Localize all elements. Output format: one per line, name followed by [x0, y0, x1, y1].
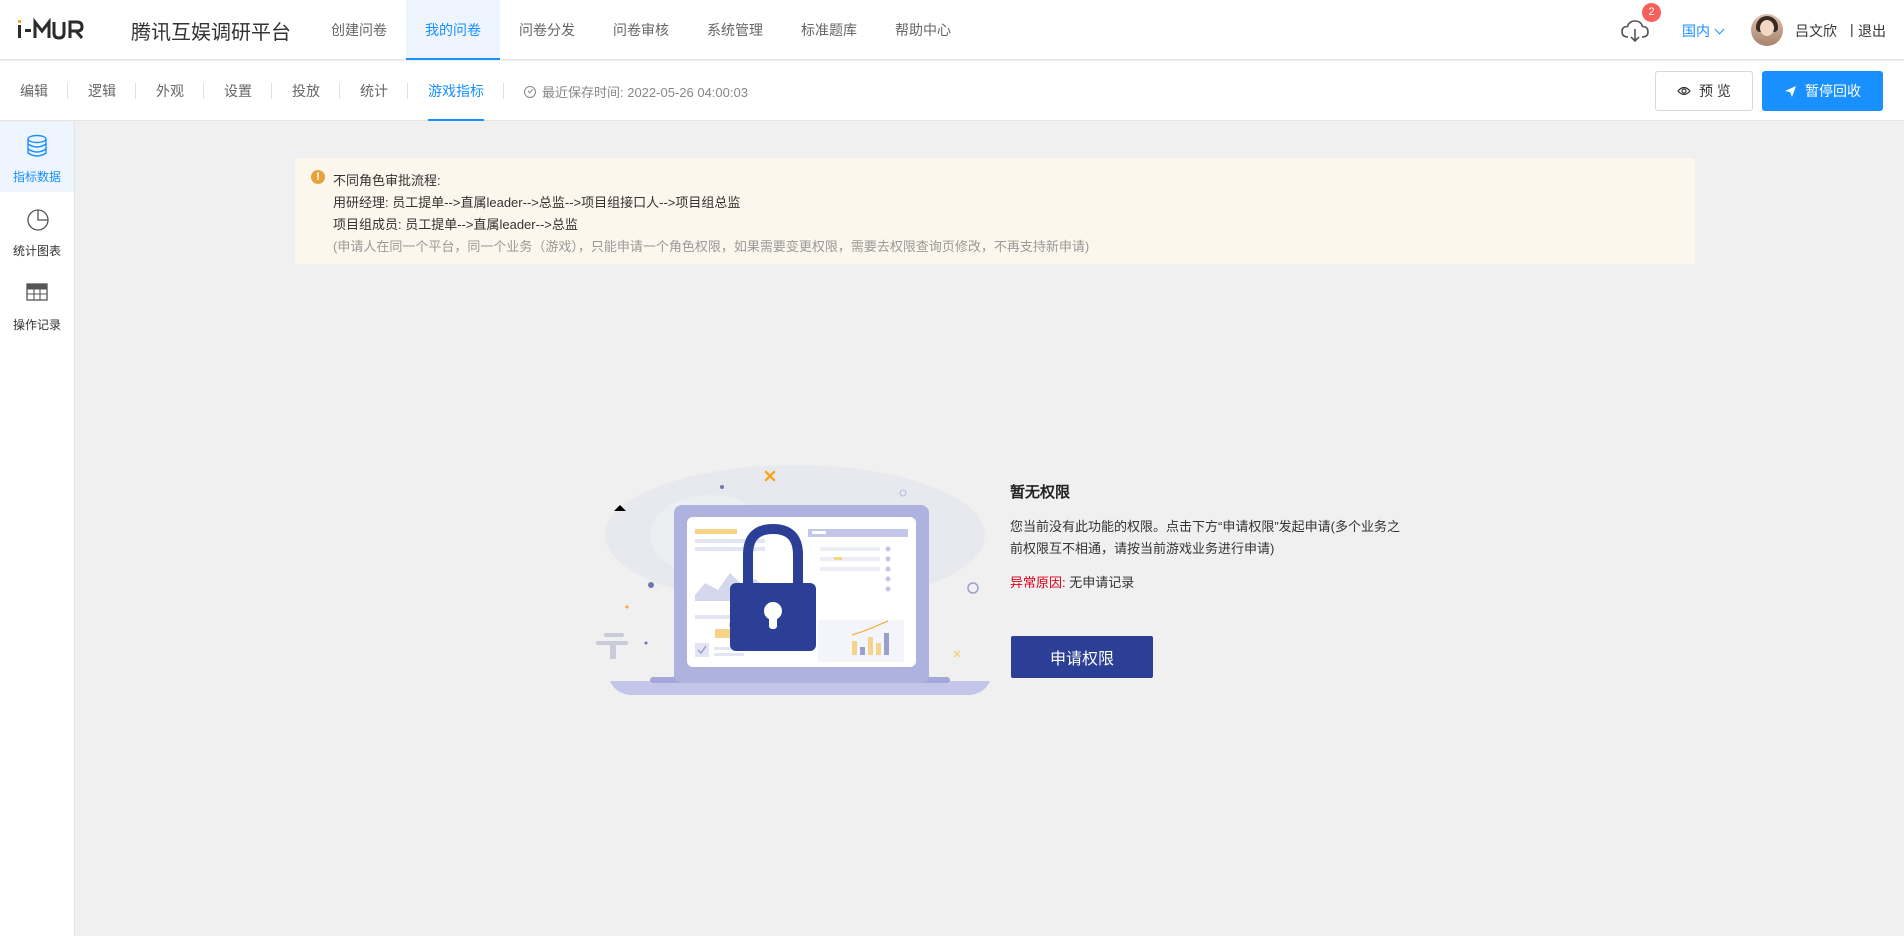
username[interactable]: 吕文欣: [1795, 21, 1837, 41]
preview-label: 预 览: [1699, 83, 1731, 99]
no-permission-description: 您当前没有此功能的权限。点击下方“申请权限”发起申请(多个业务之前权限互不相通，…: [1010, 519, 1400, 556]
preview-button[interactable]: 预 览: [1655, 71, 1753, 111]
sidebar-item-label: 操作记录: [12, 318, 61, 332]
chevron-down-icon: [1714, 24, 1725, 35]
platform-title: 腾讯互娱调研平台: [131, 22, 291, 44]
send-icon: [1785, 85, 1796, 97]
notice-line-member: 项目组成员: 员工提单-->直属leader-->总监: [333, 217, 578, 232]
check-circle-icon: [524, 85, 536, 98]
tab-edit[interactable]: 编辑: [0, 61, 68, 121]
apply-permission-button[interactable]: 申请权限: [1011, 636, 1153, 678]
sub-header: 编辑 逻辑 外观 设置 投放 统计 游戏指标 最近保存时间: 2022-05-2…: [0, 61, 1904, 121]
no-permission-title: 暂无权限: [1010, 484, 1071, 501]
tab-distribute-label: 投放: [292, 83, 320, 99]
left-sidebar: 指标数据 统计图表 操作记录: [0, 122, 75, 936]
pie-chart-icon: [27, 209, 49, 231]
notice-line-researcher: 用研经理: 员工提单-->直属leader-->总监-->项目组接口人-->项目…: [333, 195, 741, 210]
table-icon: [26, 283, 48, 301]
tab-edit-label: 编辑: [20, 83, 48, 99]
survey-tabs: 编辑 逻辑 外观 设置 投放 统计 游戏指标: [0, 61, 504, 121]
tab-game-metrics-label: 游戏指标: [428, 83, 484, 99]
notice-line-note: (申请人在同一个平台，同一个业务（游戏），只能申请一个角色权限，如果需要变更权限…: [333, 239, 1090, 254]
nav-help-center[interactable]: 帮助中心: [876, 0, 970, 60]
logout-link[interactable]: 退出: [1858, 21, 1886, 41]
imur-logo[interactable]: [18, 14, 96, 44]
download-count-badge: 2: [1642, 3, 1661, 22]
sidebar-item-operation-log[interactable]: 操作记录: [0, 270, 74, 340]
pause-collection-label: 暂停回收: [1805, 83, 1861, 99]
top-header: 腾讯互娱调研平台 创建问卷 我的问卷 问卷分发 问卷审核 系统管理 标准题库 帮…: [0, 0, 1904, 60]
locked-laptop-illustration: [596, 465, 990, 695]
tab-appearance-label: 外观: [156, 83, 184, 99]
imur-logo-mark: [18, 17, 84, 40]
nav-survey-distribution[interactable]: 问卷分发: [500, 0, 594, 60]
region-label: 国内: [1682, 23, 1710, 39]
nav-create-survey[interactable]: 创建问卷: [312, 0, 406, 60]
tab-settings-label: 设置: [224, 83, 252, 99]
nav-question-bank[interactable]: 标准题库: [782, 0, 876, 60]
avatar[interactable]: [1751, 14, 1783, 46]
nav-system-management[interactable]: 系统管理: [688, 0, 782, 60]
approval-flow-notice: ! 不同角色审批流程: 用研经理: 员工提单-->直属leader-->总监--…: [295, 158, 1695, 264]
cloud-download-icon[interactable]: [1620, 18, 1650, 44]
last-saved-info: 最近保存时间: 2022-05-26 04:00:03: [524, 82, 748, 101]
tab-logic[interactable]: 逻辑: [68, 61, 136, 121]
exception-reason-label: 异常原因:: [1010, 575, 1066, 590]
tab-game-metrics[interactable]: 游戏指标: [408, 61, 504, 121]
nav-my-surveys[interactable]: 我的问卷: [406, 0, 500, 60]
notice-title: 不同角色审批流程:: [333, 173, 441, 188]
tab-settings[interactable]: 设置: [204, 61, 272, 121]
header-separator: |: [1850, 21, 1854, 37]
database-icon: [27, 134, 47, 157]
exception-reason: 异常原因: 无申请记录: [1010, 572, 1134, 591]
top-nav: 创建问卷 我的问卷 问卷分发 问卷审核 系统管理 标准题库 帮助中心: [312, 0, 970, 60]
sidebar-item-stat-charts[interactable]: 统计图表: [0, 196, 74, 266]
sidebar-item-label: 统计图表: [12, 244, 61, 258]
sidebar-item-label: 指标数据: [12, 170, 61, 184]
region-selector[interactable]: 国内: [1682, 21, 1725, 41]
active-tab-underline: [428, 119, 484, 121]
pause-collection-button[interactable]: 暂停回收: [1762, 71, 1883, 111]
nav-survey-review[interactable]: 问卷审核: [594, 0, 688, 60]
tab-logic-label: 逻辑: [88, 83, 116, 99]
tab-distribute[interactable]: 投放: [272, 61, 340, 121]
sidebar-item-metric-data[interactable]: 指标数据: [0, 122, 74, 192]
tab-appearance[interactable]: 外观: [136, 61, 204, 121]
tab-statistics-label: 统计: [360, 83, 388, 99]
eye-icon: [1677, 86, 1691, 96]
exception-reason-value: 无申请记录: [1069, 575, 1135, 590]
warning-icon: !: [311, 170, 325, 184]
tab-statistics[interactable]: 统计: [340, 61, 408, 121]
last-saved-text: 最近保存时间: 2022-05-26 04:00:03: [542, 85, 748, 100]
